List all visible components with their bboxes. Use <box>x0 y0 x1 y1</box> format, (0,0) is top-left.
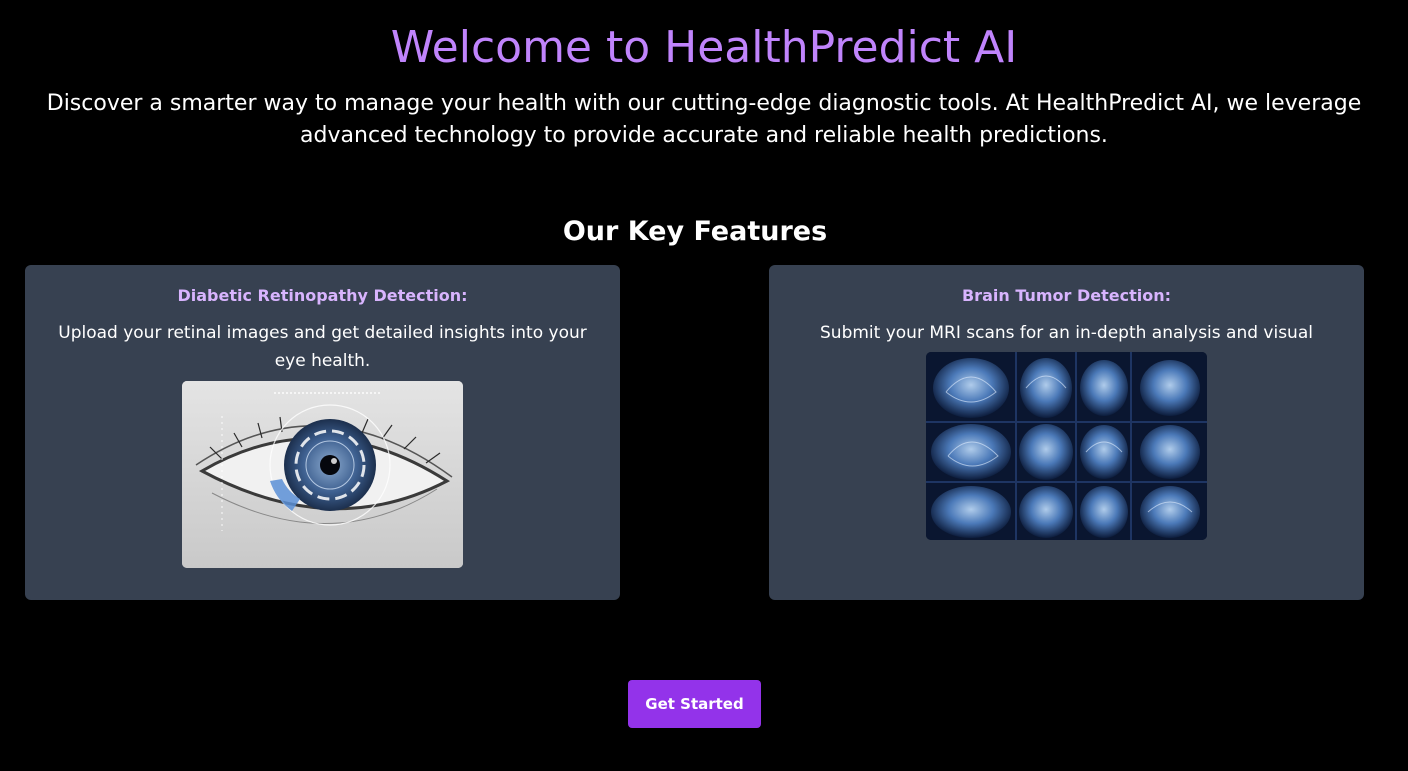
feature-title: Brain Tumor Detection: <box>961 286 1172 305</box>
home-page: Welcome to HealthPredict AI Discover a s… <box>0 0 1408 771</box>
hero-description: Discover a smarter way to manage your he… <box>46 91 1362 148</box>
features-heading: Our Key Features <box>562 216 828 247</box>
feature-card-brain-tumor: Brain Tumor Detection: Submit your MRI s… <box>769 265 1364 600</box>
eye-scan-image <box>182 381 463 568</box>
get-started-button[interactable]: Get Started <box>628 680 761 728</box>
brain-mri-image <box>926 352 1207 540</box>
page-title: Welcome to HealthPredict AI <box>390 22 1018 73</box>
feature-card-retinopathy: Diabetic Retinopathy Detection: Upload y… <box>25 265 620 600</box>
feature-title: Diabetic Retinopathy Detection: <box>177 286 468 305</box>
feature-description: Upload your retinal images and get detai… <box>58 323 587 371</box>
